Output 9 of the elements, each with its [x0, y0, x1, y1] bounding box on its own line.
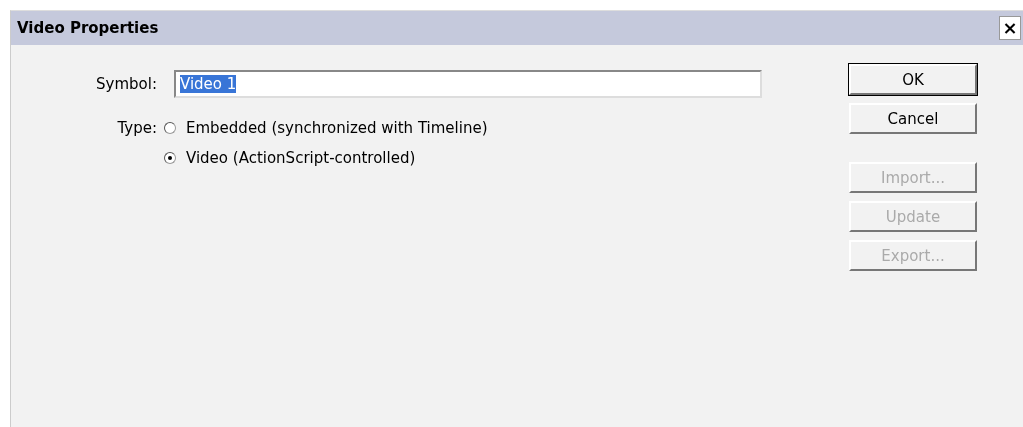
radio-option[interactable]: Embedded (synchronized with Timeline)	[164, 119, 488, 137]
dialog-button[interactable]: OK	[849, 64, 977, 95]
window-title: Video Properties	[17, 19, 159, 37]
type-label: Type:	[116, 119, 158, 137]
symbol-field[interactable]: Video 1	[174, 70, 762, 98]
close-button[interactable]: ×	[999, 16, 1021, 40]
symbol-label: Symbol:	[95, 75, 158, 93]
dialog-button[interactable]: Cancel	[849, 103, 977, 134]
radio-option[interactable]: Video (ActionScript-controlled)	[164, 149, 488, 167]
